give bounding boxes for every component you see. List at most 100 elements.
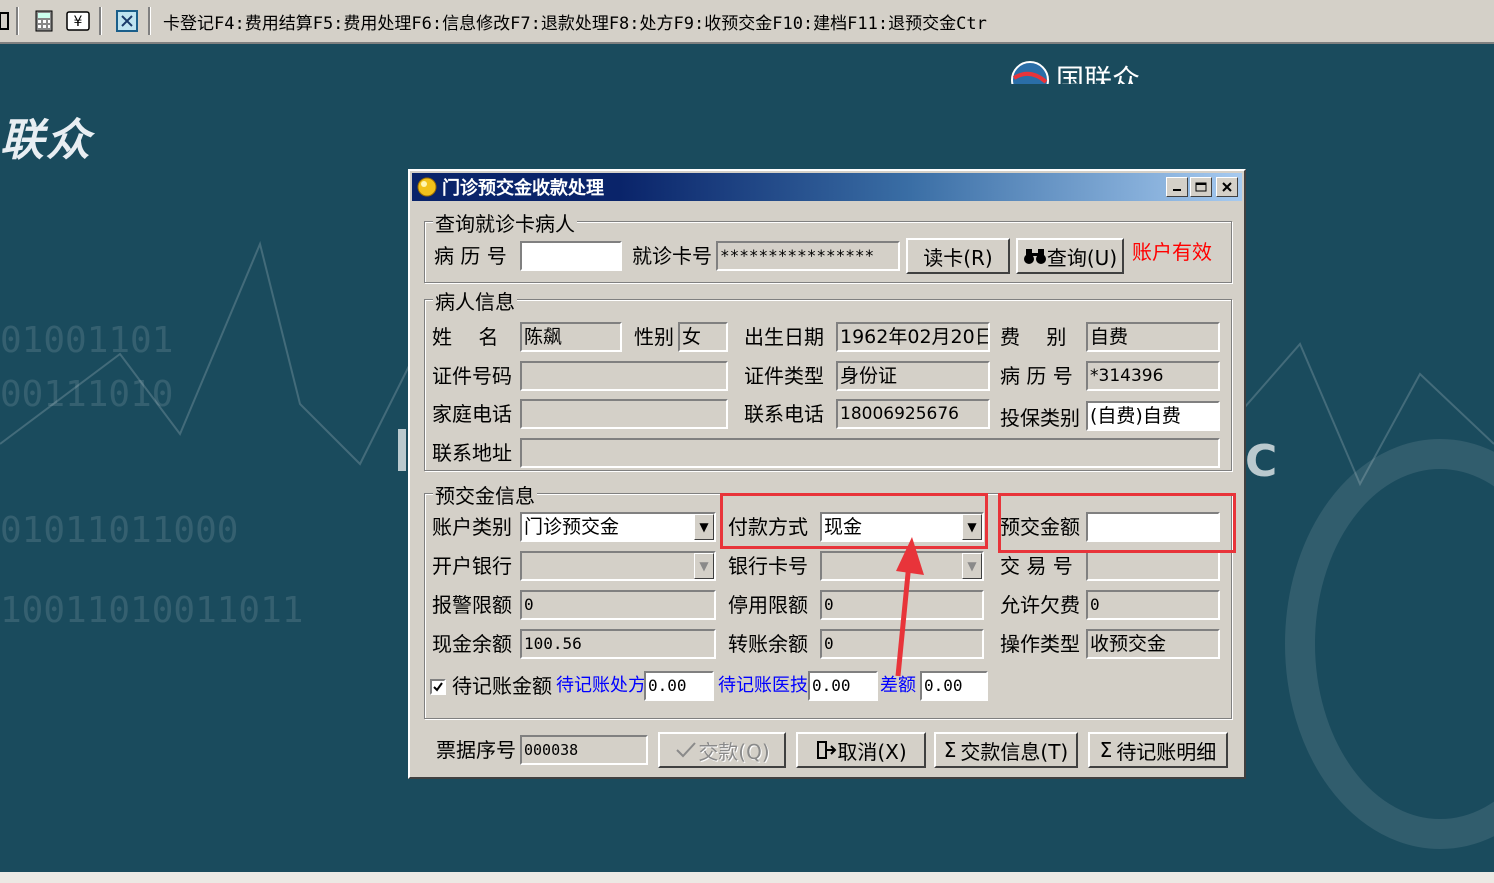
- bank-select[interactable]: ▼: [520, 551, 716, 581]
- gender-field[interactable]: 女: [678, 322, 728, 352]
- receipt-no-field[interactable]: 000038: [520, 735, 648, 765]
- dropdown-arrow-icon[interactable]: ▼: [962, 553, 982, 579]
- background-binary-text: 01001101: [0, 320, 174, 361]
- annotation-box-pay-method: [720, 493, 988, 549]
- stop-limit-label: 停用限额: [728, 593, 808, 617]
- calculator-icon[interactable]: [29, 6, 59, 36]
- allow-debt-label: 允许欠费: [1000, 593, 1080, 617]
- brand-globe-icon: [1011, 61, 1049, 84]
- checkmark-icon: [433, 682, 443, 692]
- annotation-arrow: [895, 537, 924, 677]
- cash-balance-field[interactable]: 100.56: [520, 629, 716, 659]
- cancel-button[interactable]: 取消(X): [796, 732, 926, 768]
- pending-rx-field[interactable]: 0.00: [644, 671, 714, 701]
- bank-label: 开户银行: [432, 554, 512, 578]
- pending-detail-button[interactable]: Σ 待记账明细: [1088, 732, 1228, 768]
- trade-no-field[interactable]: [1086, 551, 1220, 581]
- birth-date-field[interactable]: 1962年02月20日: [836, 322, 990, 352]
- id-type-label: 证件类型: [744, 364, 824, 388]
- pending-tech-field[interactable]: 0.00: [808, 671, 878, 701]
- background-binary-text: 00111010: [0, 374, 174, 415]
- gender-label: 性别: [634, 325, 674, 349]
- address-field[interactable]: [520, 438, 1220, 468]
- account-type-value: 门诊预交金: [524, 516, 620, 538]
- partial-icon[interactable]: [0, 6, 10, 36]
- annotation-box-deposit-amount: [998, 493, 1236, 553]
- contact-phone-field[interactable]: 18006925676: [836, 399, 990, 429]
- patient-group-title: 病人信息: [433, 286, 517, 315]
- pending-tech-label: 待记账医技: [718, 675, 808, 696]
- birth-date-label: 出生日期: [744, 325, 824, 349]
- minimize-icon: [1173, 189, 1181, 191]
- cash-balance-label: 现金余额: [432, 632, 512, 656]
- op-type-label: 操作类型: [1000, 632, 1080, 656]
- allow-debt-field[interactable]: 0: [1086, 590, 1220, 620]
- background-binary-text: 01011011000: [0, 510, 239, 551]
- read-card-button[interactable]: 读卡(R): [906, 238, 1010, 274]
- receipt-no-label: 票据序号: [436, 738, 516, 762]
- svg-text:C: C: [1245, 436, 1277, 487]
- op-type-field[interactable]: 收预交金: [1086, 629, 1220, 659]
- pending-checkbox[interactable]: [430, 679, 446, 695]
- account-type-label: 账户类别: [432, 515, 512, 539]
- dropdown-arrow-icon[interactable]: ▼: [694, 514, 714, 540]
- brand-logo-right: 国联众: [1010, 56, 1170, 84]
- name-field[interactable]: 陈飙: [520, 322, 622, 352]
- maximize-button[interactable]: [1190, 177, 1212, 197]
- home-phone-label: 家庭电话: [432, 402, 512, 426]
- dialog-title: 门诊预交金收款处理: [442, 178, 604, 199]
- top-toolbar: ¥ 卡登记F4:费用结算F5:费用处理F6:信息修改F7:退款处理F8:处方F9…: [0, 0, 1494, 44]
- fee-type-label: 费 别: [1000, 325, 1067, 349]
- id-no-field[interactable]: [520, 361, 728, 391]
- account-status: 账户有效: [1132, 240, 1212, 264]
- pay-info-button-label: 交款信息(T): [960, 739, 1069, 764]
- app-icon: [417, 177, 437, 197]
- trade-no-label: 交 易 号: [1000, 554, 1073, 578]
- minimize-button[interactable]: [1166, 177, 1188, 197]
- maximize-icon: [1195, 182, 1207, 192]
- contact-phone-label: 联系电话: [744, 402, 824, 426]
- close-button[interactable]: [1216, 177, 1238, 197]
- close-window-icon[interactable]: [112, 6, 142, 36]
- pay-button[interactable]: 交款(Q): [658, 732, 786, 768]
- query-record-no-input[interactable]: [520, 241, 622, 271]
- background-binary-text: 10011010011011: [0, 590, 304, 631]
- pending-amount-label: 待记账金额: [452, 674, 552, 698]
- svg-text:¥: ¥: [74, 14, 83, 30]
- checkmark-icon: [676, 742, 697, 758]
- dialog-titlebar[interactable]: 门诊预交金收款处理: [412, 173, 1242, 201]
- bank-card-label: 银行卡号: [728, 554, 808, 578]
- brand-logo: 联众: [0, 115, 92, 166]
- transfer-balance-label: 转账余额: [728, 632, 808, 656]
- close-icon: [1222, 182, 1232, 192]
- pending-detail-button-label: 待记账明细: [1116, 739, 1217, 764]
- query-button-label: 查询(U): [1046, 245, 1118, 270]
- sigma-icon: Σ: [1099, 738, 1113, 762]
- card-no-input[interactable]: ****************: [716, 241, 900, 271]
- cancel-button-label: 取消(X): [837, 739, 907, 764]
- deposit-dialog: 门诊预交金收款处理 查询就诊卡病人 病 历 号 就诊卡号 ***********…: [408, 169, 1246, 779]
- currency-icon[interactable]: ¥: [63, 6, 93, 36]
- deposit-group-title: 预交金信息: [433, 480, 537, 509]
- toolbar-separator: [16, 7, 19, 35]
- toolbar-separator: [148, 7, 151, 35]
- pay-info-button[interactable]: Σ 交款信息(T): [934, 732, 1078, 768]
- bottom-strip: [0, 872, 1494, 883]
- alarm-limit-field[interactable]: 0: [520, 590, 716, 620]
- id-type-field[interactable]: 身份证: [836, 361, 990, 391]
- insurance-type-field[interactable]: (自费)自费: [1086, 401, 1220, 431]
- alarm-limit-label: 报警限额: [432, 593, 512, 617]
- pending-rx-label: 待记账处方: [556, 675, 646, 696]
- account-type-select[interactable]: 门诊预交金 ▼: [520, 512, 716, 542]
- dropdown-arrow-icon[interactable]: ▼: [694, 553, 714, 579]
- query-button[interactable]: 查询(U): [1016, 238, 1124, 274]
- id-no-label: 证件号码: [432, 364, 512, 388]
- toolbar-shortcut-menu[interactable]: 卡登记F4:费用结算F5:费用处理F6:信息修改F7:退款处理F8:处方F9:收…: [163, 9, 987, 34]
- home-phone-field[interactable]: [520, 399, 728, 429]
- query-group-title: 查询就诊卡病人: [433, 208, 577, 237]
- exit-door-icon: [817, 741, 837, 759]
- pay-button-label: 交款(Q): [698, 739, 770, 764]
- card-no-label: 就诊卡号: [632, 244, 712, 268]
- fee-type-field[interactable]: 自费: [1086, 322, 1220, 352]
- patient-record-no-field[interactable]: *314396: [1086, 361, 1220, 391]
